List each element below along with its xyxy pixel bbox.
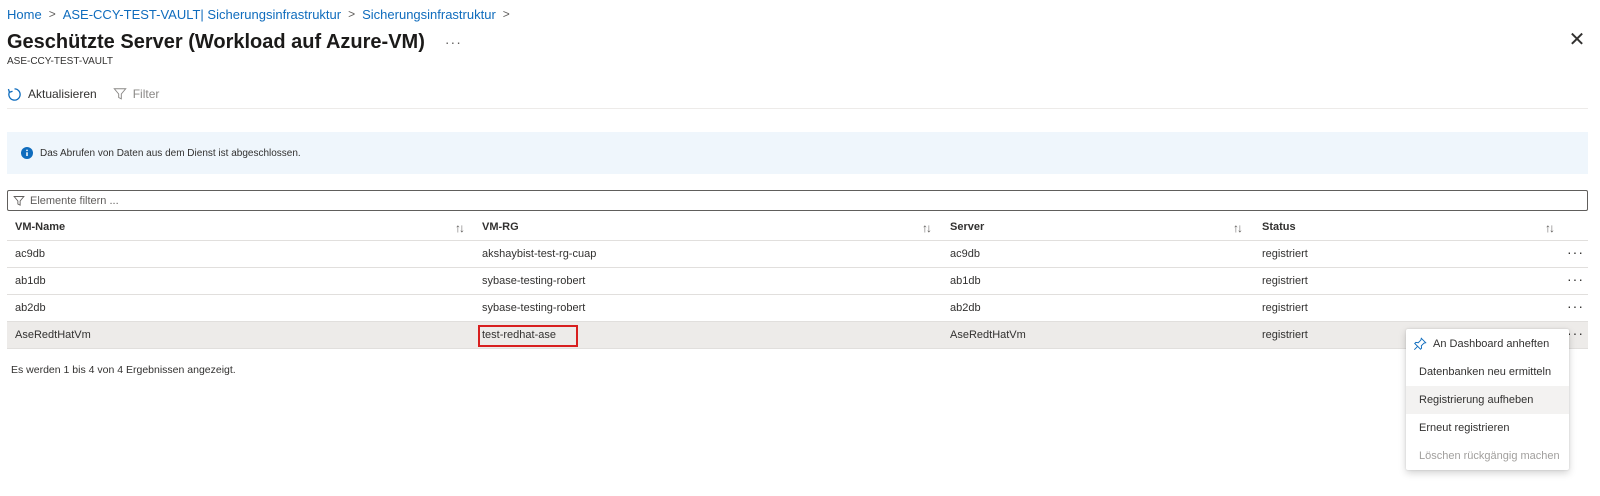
status-cell: registriert [1262, 275, 1308, 287]
info-message: Das Abrufen von Daten aus dem Dienst ist… [40, 147, 301, 159]
vm-rg-cell: sybase-testing-robert [482, 275, 586, 287]
menu-item-unregister[interactable]: Registrierung aufheben [1406, 386, 1569, 414]
sort-icon[interactable]: ↑↓ [1545, 221, 1555, 235]
menu-item-label: Löschen rückgängig machen [1419, 450, 1560, 462]
menu-item-pin-to-dashboard[interactable]: An Dashboard anheften [1406, 330, 1569, 358]
status-cell: registriert [1262, 329, 1308, 341]
context-menu: An Dashboard anheften Datenbanken neu er… [1406, 329, 1569, 470]
toolbar: Aktualisieren Filter [7, 82, 1588, 106]
filter-icon [112, 87, 127, 101]
filter-label: Filter [132, 87, 160, 101]
vm-name-cell: ab1db [15, 275, 46, 287]
breadcrumb-backup-infrastructure[interactable]: Sicherungsinfrastruktur [362, 7, 496, 22]
servers-table: VM-Name ↑↓ VM-RG ↑↓ Server ↑↓ Status ↑↓ … [7, 214, 1588, 349]
column-header-status[interactable]: Status [1262, 214, 1296, 240]
vm-name-cell: ac9db [15, 248, 45, 260]
page-title: Geschützte Server (Workload auf Azure-VM… [7, 30, 425, 53]
vm-rg-cell: test-redhat-ase [482, 329, 556, 341]
chevron-right-icon: > [502, 7, 510, 21]
table-row[interactable]: ab2db sybase-testing-robert ab2db regist… [7, 295, 1588, 322]
menu-item-undo-delete: Löschen rückgängig machen [1406, 442, 1569, 470]
status-cell: registriert [1262, 302, 1308, 314]
close-button[interactable]: ✕ [1566, 29, 1588, 51]
breadcrumb: Home > ASE-CCY-TEST-VAULT| Sicherungsinf… [7, 6, 517, 22]
server-cell: ab1db [950, 275, 981, 287]
page-subtitle: ASE-CCY-TEST-VAULT [7, 56, 113, 67]
row-more-options-button[interactable]: ··· [1567, 241, 1584, 263]
table-row[interactable]: ac9db akshaybist-test-rg-cuap ac9db regi… [7, 241, 1588, 268]
chevron-right-icon: > [348, 7, 356, 21]
breadcrumb-vault[interactable]: ASE-CCY-TEST-VAULT| Sicherungsinfrastruk… [63, 7, 341, 22]
table-row[interactable]: ab1db sybase-testing-robert ab1db regist… [7, 268, 1588, 295]
filter-items-input[interactable] [28, 193, 1524, 208]
row-more-options-button[interactable]: ··· [1567, 268, 1584, 290]
sort-icon[interactable]: ↑↓ [1233, 221, 1243, 235]
result-count: Es werden 1 bis 4 von 4 Ergebnissen ange… [11, 364, 236, 376]
vm-name-cell: ab2db [15, 302, 46, 314]
refresh-icon [7, 87, 22, 102]
toolbar-divider [7, 108, 1588, 109]
refresh-label: Aktualisieren [28, 87, 97, 101]
info-icon [21, 147, 33, 159]
sort-icon[interactable]: ↑↓ [922, 221, 932, 235]
column-header-server[interactable]: Server [950, 214, 984, 240]
column-header-vm-name[interactable]: VM-Name [15, 214, 65, 240]
status-cell: registriert [1262, 248, 1308, 260]
pin-icon [1413, 337, 1427, 351]
menu-item-reregister[interactable]: Erneut registrieren [1406, 414, 1569, 442]
vm-rg-cell: akshaybist-test-rg-cuap [482, 248, 597, 260]
row-more-options-button[interactable]: ··· [1567, 322, 1584, 344]
menu-item-label: Erneut registrieren [1419, 422, 1510, 434]
filter-items-box [7, 190, 1588, 211]
title-row: Geschützte Server (Workload auf Azure-VM… [7, 28, 462, 56]
filter-button[interactable]: Filter [112, 87, 160, 101]
menu-item-rediscover-databases[interactable]: Datenbanken neu ermitteln [1406, 358, 1569, 386]
chevron-right-icon: > [48, 7, 56, 21]
info-banner: Das Abrufen von Daten aus dem Dienst ist… [7, 132, 1588, 174]
server-cell: AseRedtHatVm [950, 329, 1026, 341]
filter-icon [13, 195, 25, 207]
vm-rg-cell: sybase-testing-robert [482, 302, 586, 314]
sort-icon[interactable]: ↑↓ [455, 221, 465, 235]
table-row-selected[interactable]: AseRedtHatVm test-redhat-ase AseRedtHatV… [7, 322, 1588, 349]
column-header-vm-rg[interactable]: VM-RG [482, 214, 519, 240]
refresh-button[interactable]: Aktualisieren [7, 87, 97, 102]
vm-name-cell: AseRedtHatVm [15, 329, 91, 341]
server-cell: ac9db [950, 248, 980, 260]
row-more-options-button[interactable]: ··· [1567, 295, 1584, 317]
menu-item-label: Datenbanken neu ermitteln [1419, 366, 1552, 378]
menu-item-label: Registrierung aufheben [1419, 394, 1534, 406]
menu-item-label: An Dashboard anheften [1433, 338, 1550, 350]
more-options-button[interactable]: ··· [445, 34, 462, 50]
table-header: VM-Name ↑↓ VM-RG ↑↓ Server ↑↓ Status ↑↓ [7, 214, 1588, 241]
breadcrumb-home[interactable]: Home [7, 7, 42, 22]
server-cell: ab2db [950, 302, 981, 314]
